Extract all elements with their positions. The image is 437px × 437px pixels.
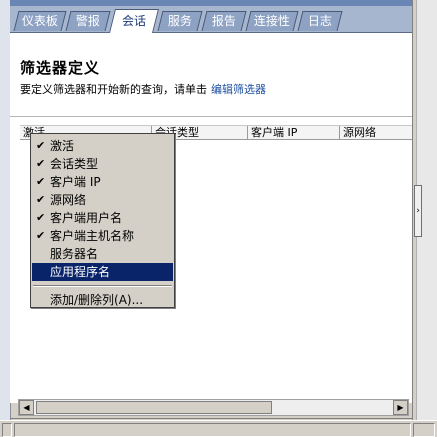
tab-dashboard-label: 仪表板 [21,14,58,28]
check-icon: ✔ [36,157,46,170]
menu-item-client-hostname[interactable]: ✔ 客户端主机名称 [32,227,173,245]
menu-item-label: 客户端主机名称 [50,229,135,243]
tab-sessions-label: 会话 [121,14,146,28]
tab-reports[interactable]: 报告 [201,11,247,31]
menu-item-add-remove-columns[interactable]: 添加/删除列(A)... [32,291,173,309]
check-icon: ✔ [36,139,46,152]
edit-filter-link[interactable]: 编辑筛选器 [211,83,266,96]
page-title: 筛选器定义 [20,59,101,77]
menu-item-session-type[interactable]: ✔ 会话类型 [32,155,173,173]
scroll-left-icon[interactable]: ◀ [19,400,34,415]
tab-connectivity[interactable]: 连接性 [245,11,299,31]
horizontal-scrollbar[interactable]: ◀ ▶ [18,399,409,416]
menu-item-label: 客户端用户名 [50,211,123,225]
check-icon: ✔ [36,193,46,206]
splitter-expand-icon[interactable]: › [414,185,422,237]
tab-alerts-label: 警报 [75,14,100,28]
bottom-divider [10,418,412,419]
scroll-right-icon[interactable]: ▶ [393,400,408,415]
tab-services[interactable]: 服务 [157,11,203,31]
grid-divider [10,116,412,117]
status-segment-main [14,423,411,437]
description-text: 要定义筛选器和开始新的查询，请单击 [20,83,207,96]
tab-logs[interactable]: 日志 [297,11,343,31]
check-icon: ✔ [36,229,46,242]
menu-item-application-name[interactable]: 应用程序名 [32,263,173,281]
menu-item-label: 服务器名 [50,247,99,261]
menu-item-server-name[interactable]: 服务器名 [32,245,173,263]
column-header-source-network[interactable]: 源网络 [340,126,412,139]
menu-item-source-network[interactable]: ✔ 源网络 [32,191,173,209]
menu-item-active[interactable]: ✔ 激活 [32,137,173,155]
status-segment-right [413,423,435,437]
right-splitter-area: › [412,0,437,436]
menu-item-label: 应用程序名 [50,265,111,279]
column-context-menu: ✔ 激活 ✔ 会话类型 ✔ 客户端 IP ✔ 源网络 ✔ 客户端用户名 ✔ 客户端主机名称 … [30,133,175,308]
tab-connectivity-label: 连接性 [253,14,290,28]
menu-item-label: 客户端 IP [50,175,101,189]
check-icon: ✔ [36,211,46,224]
filter-description: 要定义筛选器和开始新的查询，请单击 编辑筛选器 [20,81,266,97]
menu-item-label: 会话类型 [50,157,99,171]
tab-strip: 仪表板 警报 会话 服务 报告 连接性 日志 [10,6,412,33]
menu-item-label: 源网络 [50,193,87,207]
tab-alerts[interactable]: 警报 [65,11,111,31]
status-segment-left [2,423,12,437]
tab-sessions[interactable]: 会话 [109,9,159,33]
column-header-client-ip[interactable]: 客户端 IP [248,126,340,139]
tab-services-label: 服务 [167,14,192,28]
check-icon: ✔ [36,175,46,188]
menu-item-label: 添加/删除列(A)... [50,293,144,307]
tab-reports-label: 报告 [211,14,236,28]
menu-item-client-username[interactable]: ✔ 客户端用户名 [32,209,173,227]
scrollbar-thumb[interactable] [36,401,272,414]
status-bar [0,420,437,437]
menu-separator [33,285,172,287]
menu-item-label: 激活 [50,139,75,153]
menu-item-client-ip[interactable]: ✔ 客户端 IP [32,173,173,191]
tab-dashboard[interactable]: 仪表板 [13,11,67,31]
tab-logs-label: 日志 [307,14,332,28]
